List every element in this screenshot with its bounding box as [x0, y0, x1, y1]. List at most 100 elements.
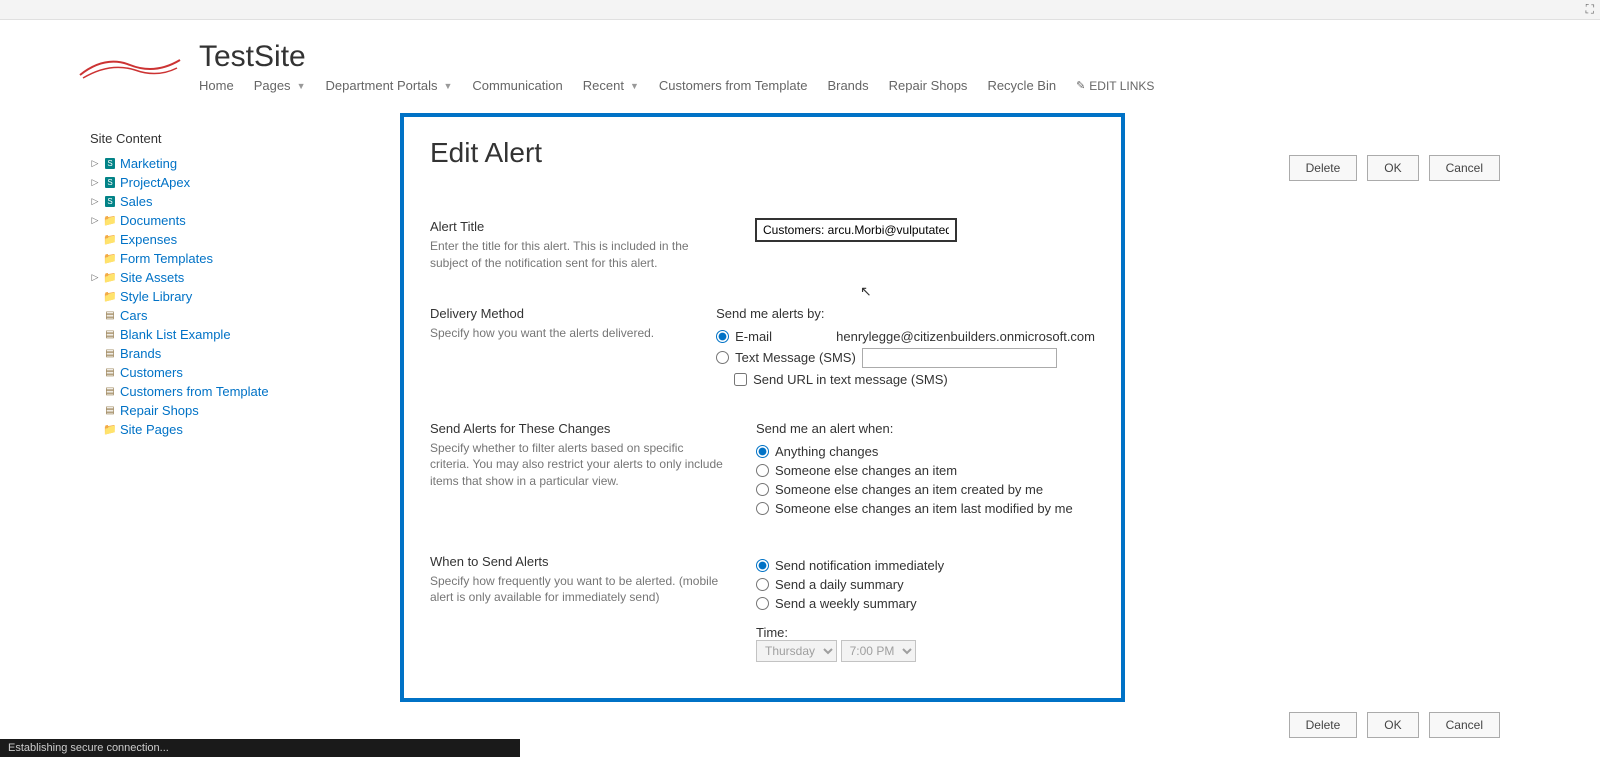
change-opt-0-radio[interactable] — [756, 445, 769, 458]
when-opt-1-radio[interactable] — [756, 578, 769, 591]
tree-link[interactable]: Cars — [120, 308, 147, 323]
tree-item: ▤Repair Shops — [90, 401, 370, 420]
change-opt-2-radio[interactable] — [756, 483, 769, 496]
tree-link[interactable]: Style Library — [120, 289, 192, 304]
action-buttons-top: Delete OK Cancel — [1289, 155, 1500, 181]
chevron-down-icon: ▼ — [443, 81, 452, 91]
change-opt-3: Someone else changes an item last modifi… — [775, 501, 1073, 516]
nav-dept-portals[interactable]: Department Portals▼ — [325, 78, 452, 93]
tree-item: ▤Brands — [90, 344, 370, 363]
tree-link[interactable]: Site Pages — [120, 422, 183, 437]
list-icon: ▤ — [102, 366, 118, 380]
list-icon: ▤ — [102, 309, 118, 323]
tree-item: ▤Cars — [90, 306, 370, 325]
when-desc: Specify how frequently you want to be al… — [430, 573, 726, 607]
tree-item: 📁Site Pages — [90, 420, 370, 439]
cancel-button[interactable]: Cancel — [1429, 155, 1500, 181]
tree-link[interactable]: Documents — [120, 213, 186, 228]
send-url-label: Send URL in text message (SMS) — [753, 372, 948, 387]
action-buttons-bottom: Delete OK Cancel — [1289, 712, 1500, 738]
tree-toggle-icon[interactable]: ▷ — [90, 177, 100, 188]
chevron-down-icon: ▼ — [297, 81, 306, 91]
when-opt-2-radio[interactable] — [756, 597, 769, 610]
folder-icon: 📁 — [102, 252, 118, 266]
sms-radio[interactable] — [716, 351, 729, 364]
email-label: E-mail — [735, 329, 830, 344]
time-hour-select[interactable]: 7:00 PM — [841, 640, 916, 662]
tree-link[interactable]: Marketing — [120, 156, 177, 171]
list-icon: ▤ — [102, 347, 118, 361]
tree-item: ▤Customers — [90, 363, 370, 382]
send-url-checkbox[interactable] — [734, 373, 747, 386]
top-nav: Home Pages▼ Department Portals▼ Communic… — [199, 78, 1154, 93]
section-changes: Send Alerts for These Changes Specify wh… — [430, 421, 1095, 520]
folder-icon: 📁 — [102, 290, 118, 304]
tree-link[interactable]: Customers from Template — [120, 384, 269, 399]
ok-button[interactable]: OK — [1367, 155, 1418, 181]
when-opt-2: Send a weekly summary — [775, 596, 917, 611]
tree-link[interactable]: Customers — [120, 365, 183, 380]
site-logo[interactable] — [75, 40, 185, 90]
nav-brands[interactable]: Brands — [827, 78, 868, 93]
list-icon: ▤ — [102, 385, 118, 399]
email-radio[interactable] — [716, 330, 729, 343]
change-opt-2: Someone else changes an item created by … — [775, 482, 1043, 497]
sms-input[interactable] — [862, 348, 1057, 368]
section-alert-title: Alert Title Enter the title for this ale… — [430, 219, 1095, 272]
delivery-desc: Specify how you want the alerts delivere… — [430, 325, 686, 342]
when-opt-0: Send notification immediately — [775, 558, 944, 573]
tree-link[interactable]: Blank List Example — [120, 327, 231, 342]
panel-title: Edit Alert — [430, 137, 1095, 169]
sidebar-title: Site Content — [90, 131, 370, 146]
nav-recent[interactable]: Recent▼ — [583, 78, 639, 93]
time-day-select[interactable]: Thursday — [756, 640, 837, 662]
tree-toggle-icon[interactable]: ▷ — [90, 158, 100, 169]
tree-link[interactable]: ProjectApex — [120, 175, 190, 190]
folder-icon: 📁 — [102, 214, 118, 228]
site-header: TestSite Home Pages▼ Department Portals▼… — [0, 20, 1600, 93]
tree-link[interactable]: Form Templates — [120, 251, 213, 266]
pencil-icon: ✎ — [1076, 79, 1085, 92]
tree-item: ▷SSales — [90, 192, 370, 211]
tree-item: 📁Expenses — [90, 230, 370, 249]
subsite-icon: S — [102, 157, 118, 171]
tree-item: ▷📁Site Assets — [90, 268, 370, 287]
section-delivery: Delivery Method Specify how you want the… — [430, 306, 1095, 387]
when-opt-0-radio[interactable] — [756, 559, 769, 572]
time-label: Time: — [756, 625, 788, 640]
list-icon: ▤ — [102, 328, 118, 342]
nav-repair-shops[interactable]: Repair Shops — [889, 78, 968, 93]
send-by-label: Send me alerts by: — [716, 306, 1095, 321]
list-icon: ▤ — [102, 404, 118, 418]
nav-pages[interactable]: Pages▼ — [254, 78, 306, 93]
nav-communication[interactable]: Communication — [472, 78, 562, 93]
tree-item: ▷SProjectApex — [90, 173, 370, 192]
tree-toggle-icon[interactable]: ▷ — [90, 196, 100, 207]
chevron-down-icon: ▼ — [630, 81, 639, 91]
delete-button-bottom[interactable]: Delete — [1289, 712, 1358, 738]
edit-alert-panel: Edit Alert Alert Title Enter the title f… — [400, 113, 1125, 702]
edit-links-button[interactable]: ✎EDIT LINKS — [1076, 79, 1154, 93]
tree-link[interactable]: Sales — [120, 194, 153, 209]
tree-link[interactable]: Expenses — [120, 232, 177, 247]
alert-title-input[interactable] — [756, 219, 956, 241]
nav-customers-template[interactable]: Customers from Template — [659, 78, 808, 93]
tree-link[interactable]: Brands — [120, 346, 161, 361]
tree-link[interactable]: Site Assets — [120, 270, 184, 285]
site-title[interactable]: TestSite — [199, 40, 1154, 74]
tree-toggle-icon[interactable]: ▷ — [90, 272, 100, 283]
nav-home[interactable]: Home — [199, 78, 234, 93]
change-opt-1-radio[interactable] — [756, 464, 769, 477]
tree-link[interactable]: Repair Shops — [120, 403, 199, 418]
tree-toggle-icon[interactable]: ▷ — [90, 215, 100, 226]
tree-item: ▷SMarketing — [90, 154, 370, 173]
ok-button-bottom[interactable]: OK — [1367, 712, 1418, 738]
delete-button[interactable]: Delete — [1289, 155, 1358, 181]
fullscreen-icon[interactable]: ⛶ — [1586, 2, 1594, 17]
suite-bar: ⛶ — [0, 0, 1600, 20]
delivery-heading: Delivery Method — [430, 306, 686, 321]
nav-recycle-bin[interactable]: Recycle Bin — [987, 78, 1056, 93]
cancel-button-bottom[interactable]: Cancel — [1429, 712, 1500, 738]
browser-status-bar: Establishing secure connection... — [0, 739, 520, 757]
change-opt-3-radio[interactable] — [756, 502, 769, 515]
